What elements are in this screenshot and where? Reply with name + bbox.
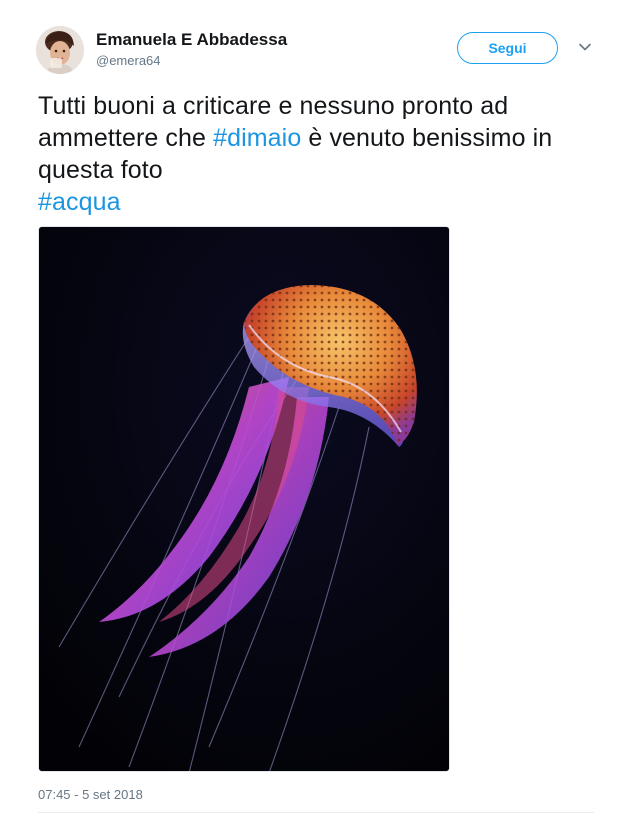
display-name[interactable]: Emanuela E Abbadessa [96, 30, 287, 50]
chevron-down-icon[interactable] [576, 38, 594, 56]
tweet-media[interactable] [38, 226, 450, 772]
follow-button[interactable]: Segui [457, 32, 558, 64]
author-info: Emanuela E Abbadessa @emera64 [96, 30, 287, 70]
avatar-image [36, 26, 84, 74]
divider [38, 812, 594, 813]
tweet-text: Tutti buoni a criticare e nessuno pronto… [38, 90, 598, 218]
hashtag-link[interactable]: #acqua [38, 188, 121, 216]
tweet-header: Emanuela E Abbadessa @emera64 Segui [36, 26, 600, 78]
tweet: Emanuela E Abbadessa @emera64 Segui Tutt… [0, 0, 630, 820]
hashtag-link[interactable]: #dimaio [213, 124, 301, 152]
tweet-timestamp[interactable]: 07:45 - 5 set 2018 [38, 787, 143, 802]
jellyfish-photo [39, 227, 449, 771]
username-handle[interactable]: @emera64 [96, 52, 287, 70]
avatar[interactable] [36, 26, 84, 74]
